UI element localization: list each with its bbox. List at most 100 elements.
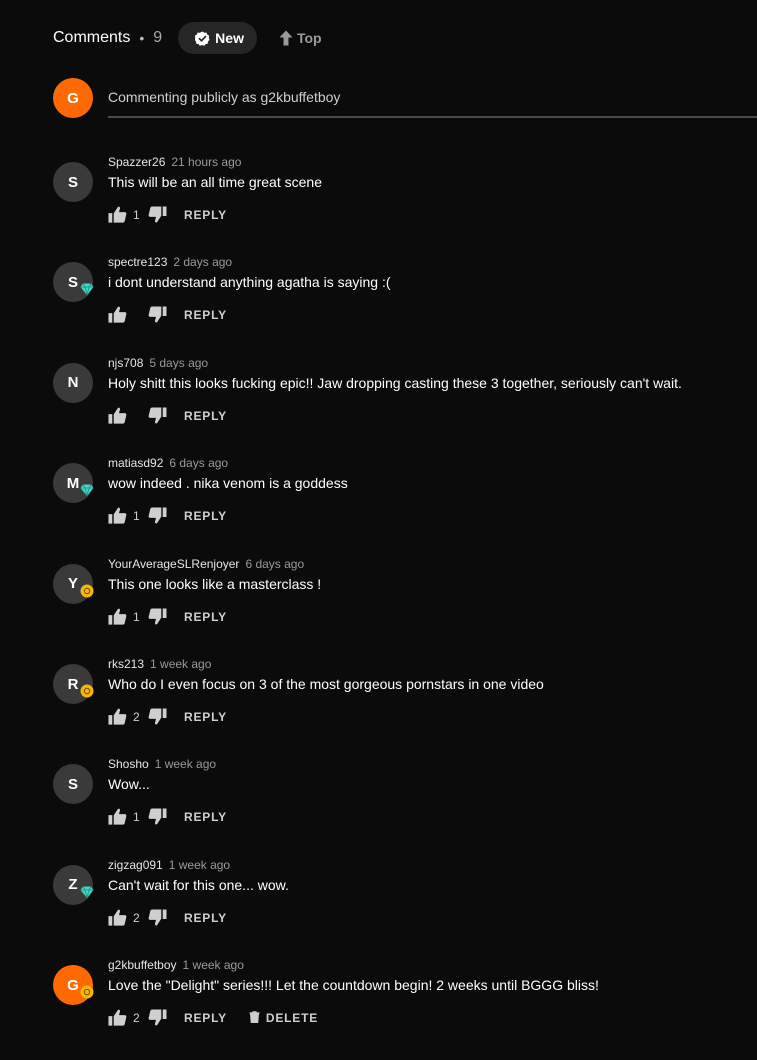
comment-text: wow indeed . nika venom is a goddess	[108, 475, 348, 492]
thumbs-up-icon[interactable]	[108, 407, 127, 425]
comment-username[interactable]: spectre123	[108, 255, 167, 269]
sun-icon	[80, 985, 94, 999]
thumbs-up-icon[interactable]	[108, 206, 127, 224]
reply-button[interactable]: REPLY	[184, 208, 227, 222]
reply-button[interactable]: REPLY	[184, 1011, 227, 1025]
thumbs-up-icon[interactable]	[108, 507, 127, 525]
comment-username[interactable]: rks213	[108, 657, 144, 671]
comment-text: Holy shitt this looks fucking epic!! Jaw…	[108, 374, 682, 391]
comment-username[interactable]: njs708	[108, 356, 143, 370]
comment-text: This will be an all time great scene	[108, 174, 322, 190]
comment-username[interactable]: Shosho	[108, 757, 149, 771]
sun-icon	[80, 584, 94, 598]
arrow-up-icon	[279, 30, 293, 46]
avatar[interactable]: S	[53, 764, 93, 805]
comment-timestamp: 2 days ago	[173, 255, 233, 270]
comment-actions: REPLY	[108, 407, 227, 425]
comment-meta: g2kbuffetboy 1 week ago	[108, 958, 244, 972]
sort-new-button[interactable]: New	[178, 22, 257, 54]
thumbs-down-icon[interactable]	[148, 909, 167, 927]
comment-item: Y YourAverageSLRenjoyer 6 days ago This one…	[53, 557, 753, 654]
comment-timestamp: 5 days ago	[149, 355, 209, 370]
like-count: 2	[133, 710, 140, 724]
comment-timestamp: 1 week ago	[168, 857, 231, 872]
diamond-icon	[80, 885, 94, 899]
like-count: 1	[133, 810, 140, 825]
sort-new-label: New	[215, 30, 244, 46]
reply-button[interactable]: REPLY	[184, 509, 227, 523]
reply-button[interactable]: REPLY	[184, 710, 227, 724]
thumbs-down-icon[interactable]	[148, 407, 167, 425]
delete-label: DELETE	[265, 1011, 319, 1026]
trash-icon	[249, 1010, 266, 1026]
reply-button[interactable]: REPLY	[184, 409, 227, 423]
sort-top-button[interactable]: Top	[279, 30, 322, 46]
comment-meta: zigzag091 1 week ago	[108, 858, 230, 872]
comment-actions: 2 REPLY DELETE	[108, 1009, 318, 1027]
thumbs-down-icon[interactable]	[148, 808, 167, 826]
thumbs-down-icon[interactable]	[148, 708, 167, 726]
thumbs-down-icon[interactable]	[148, 306, 167, 324]
comment-actions: 1 REPLY	[108, 206, 227, 224]
reply-button[interactable]: REPLY	[184, 308, 227, 322]
diamond-icon	[80, 483, 94, 497]
thumbs-down-icon[interactable]	[148, 507, 167, 525]
comment-username[interactable]: g2kbuffetboy	[108, 958, 177, 972]
avatar[interactable]: N	[53, 362, 93, 403]
thumbs-up-icon[interactable]	[108, 708, 127, 726]
comment-text: Wow...	[108, 776, 150, 793]
like-count: 1	[133, 208, 140, 222]
like-count: 2	[133, 910, 140, 925]
diamond-icon	[80, 282, 94, 296]
thumbs-down-icon[interactable]	[148, 206, 167, 224]
avatar[interactable]: S	[53, 162, 93, 202]
comment-meta: matiasd92 6 days ago	[108, 456, 228, 470]
comment-username[interactable]: YourAverageSLRenjoyer	[108, 557, 239, 571]
thumbs-up-icon[interactable]	[108, 909, 127, 927]
comment-item: Zzigzag091 1 week ago Can't wait for this …	[53, 858, 753, 955]
reply-button[interactable]: REPLY	[184, 911, 227, 925]
thumbs-up-icon[interactable]	[108, 608, 127, 626]
comment-actions: 2 REPLY	[108, 909, 227, 927]
comments-count: 9	[153, 29, 163, 46]
comment-text: Love the "Delight" series!!! Let the cou…	[108, 977, 599, 994]
comment-item: Nnjs708 5 days ago Holy shitt this looks f…	[53, 356, 753, 453]
comment-text: Who do I even focus on 3 of the most gor…	[108, 676, 544, 692]
comment-actions: 2 REPLY	[108, 708, 227, 726]
comment-item: S Shosho 1 week ago Wow... 1 REPLY	[53, 757, 753, 854]
reply-button[interactable]: REPLY	[184, 810, 227, 824]
comment-meta: rks213 1 week ago	[108, 657, 211, 671]
comment-item: Gg2kbuffetboy 1 week ago Love the "Delight…	[53, 958, 753, 1055]
comment-username[interactable]: Spazzer26	[108, 155, 165, 169]
thumbs-up-icon[interactable]	[108, 808, 127, 826]
thumbs-up-icon[interactable]	[108, 1009, 127, 1027]
delete-button[interactable]: DELETE	[249, 1010, 319, 1026]
comment-actions: 1 REPLY	[108, 808, 227, 826]
comment-item: Sspectre123 2 days ago i dont understand a…	[53, 255, 753, 352]
thumbs-down-icon[interactable]	[148, 608, 167, 626]
comment-timestamp: 21 hours ago	[171, 155, 242, 169]
comment-meta: spectre123 2 days ago	[108, 255, 232, 269]
comment-text: This one looks like a masterclass !	[108, 575, 322, 592]
header-separator: •	[139, 30, 145, 46]
comment-text: Can't wait for this one... wow.	[108, 876, 289, 893]
comment-item: Rrks213 1 week ago Who do I even focus on …	[53, 657, 753, 754]
comment-text: i dont understand anything agatha is say…	[108, 274, 391, 291]
comment-meta: Shosho 1 week ago	[108, 757, 216, 771]
comments-title: Comments	[53, 29, 131, 46]
comment-timestamp: 6 days ago	[169, 456, 229, 471]
thumbs-up-icon[interactable]	[108, 306, 127, 324]
comment-composer: G Commenting publicly as g2kbuffetboy	[53, 78, 757, 118]
comment-meta: njs708 5 days ago	[108, 356, 208, 370]
sort-top-label: Top	[296, 30, 322, 46]
thumbs-down-icon[interactable]	[148, 1009, 167, 1027]
comment-timestamp: 1 week ago	[154, 757, 217, 772]
comment-timestamp: 1 week ago	[150, 657, 212, 671]
comment-username[interactable]: zigzag091	[108, 858, 163, 872]
comment-input[interactable]: Commenting publicly as g2kbuffetboy	[108, 78, 757, 118]
comment-actions: REPLY	[108, 306, 227, 324]
comment-item: S Spazzer26 21 hours ago This will be an al…	[53, 155, 753, 252]
comment-username[interactable]: matiasd92	[108, 456, 163, 470]
comment-timestamp: 6 days ago	[245, 556, 305, 571]
reply-button[interactable]: REPLY	[184, 610, 227, 624]
